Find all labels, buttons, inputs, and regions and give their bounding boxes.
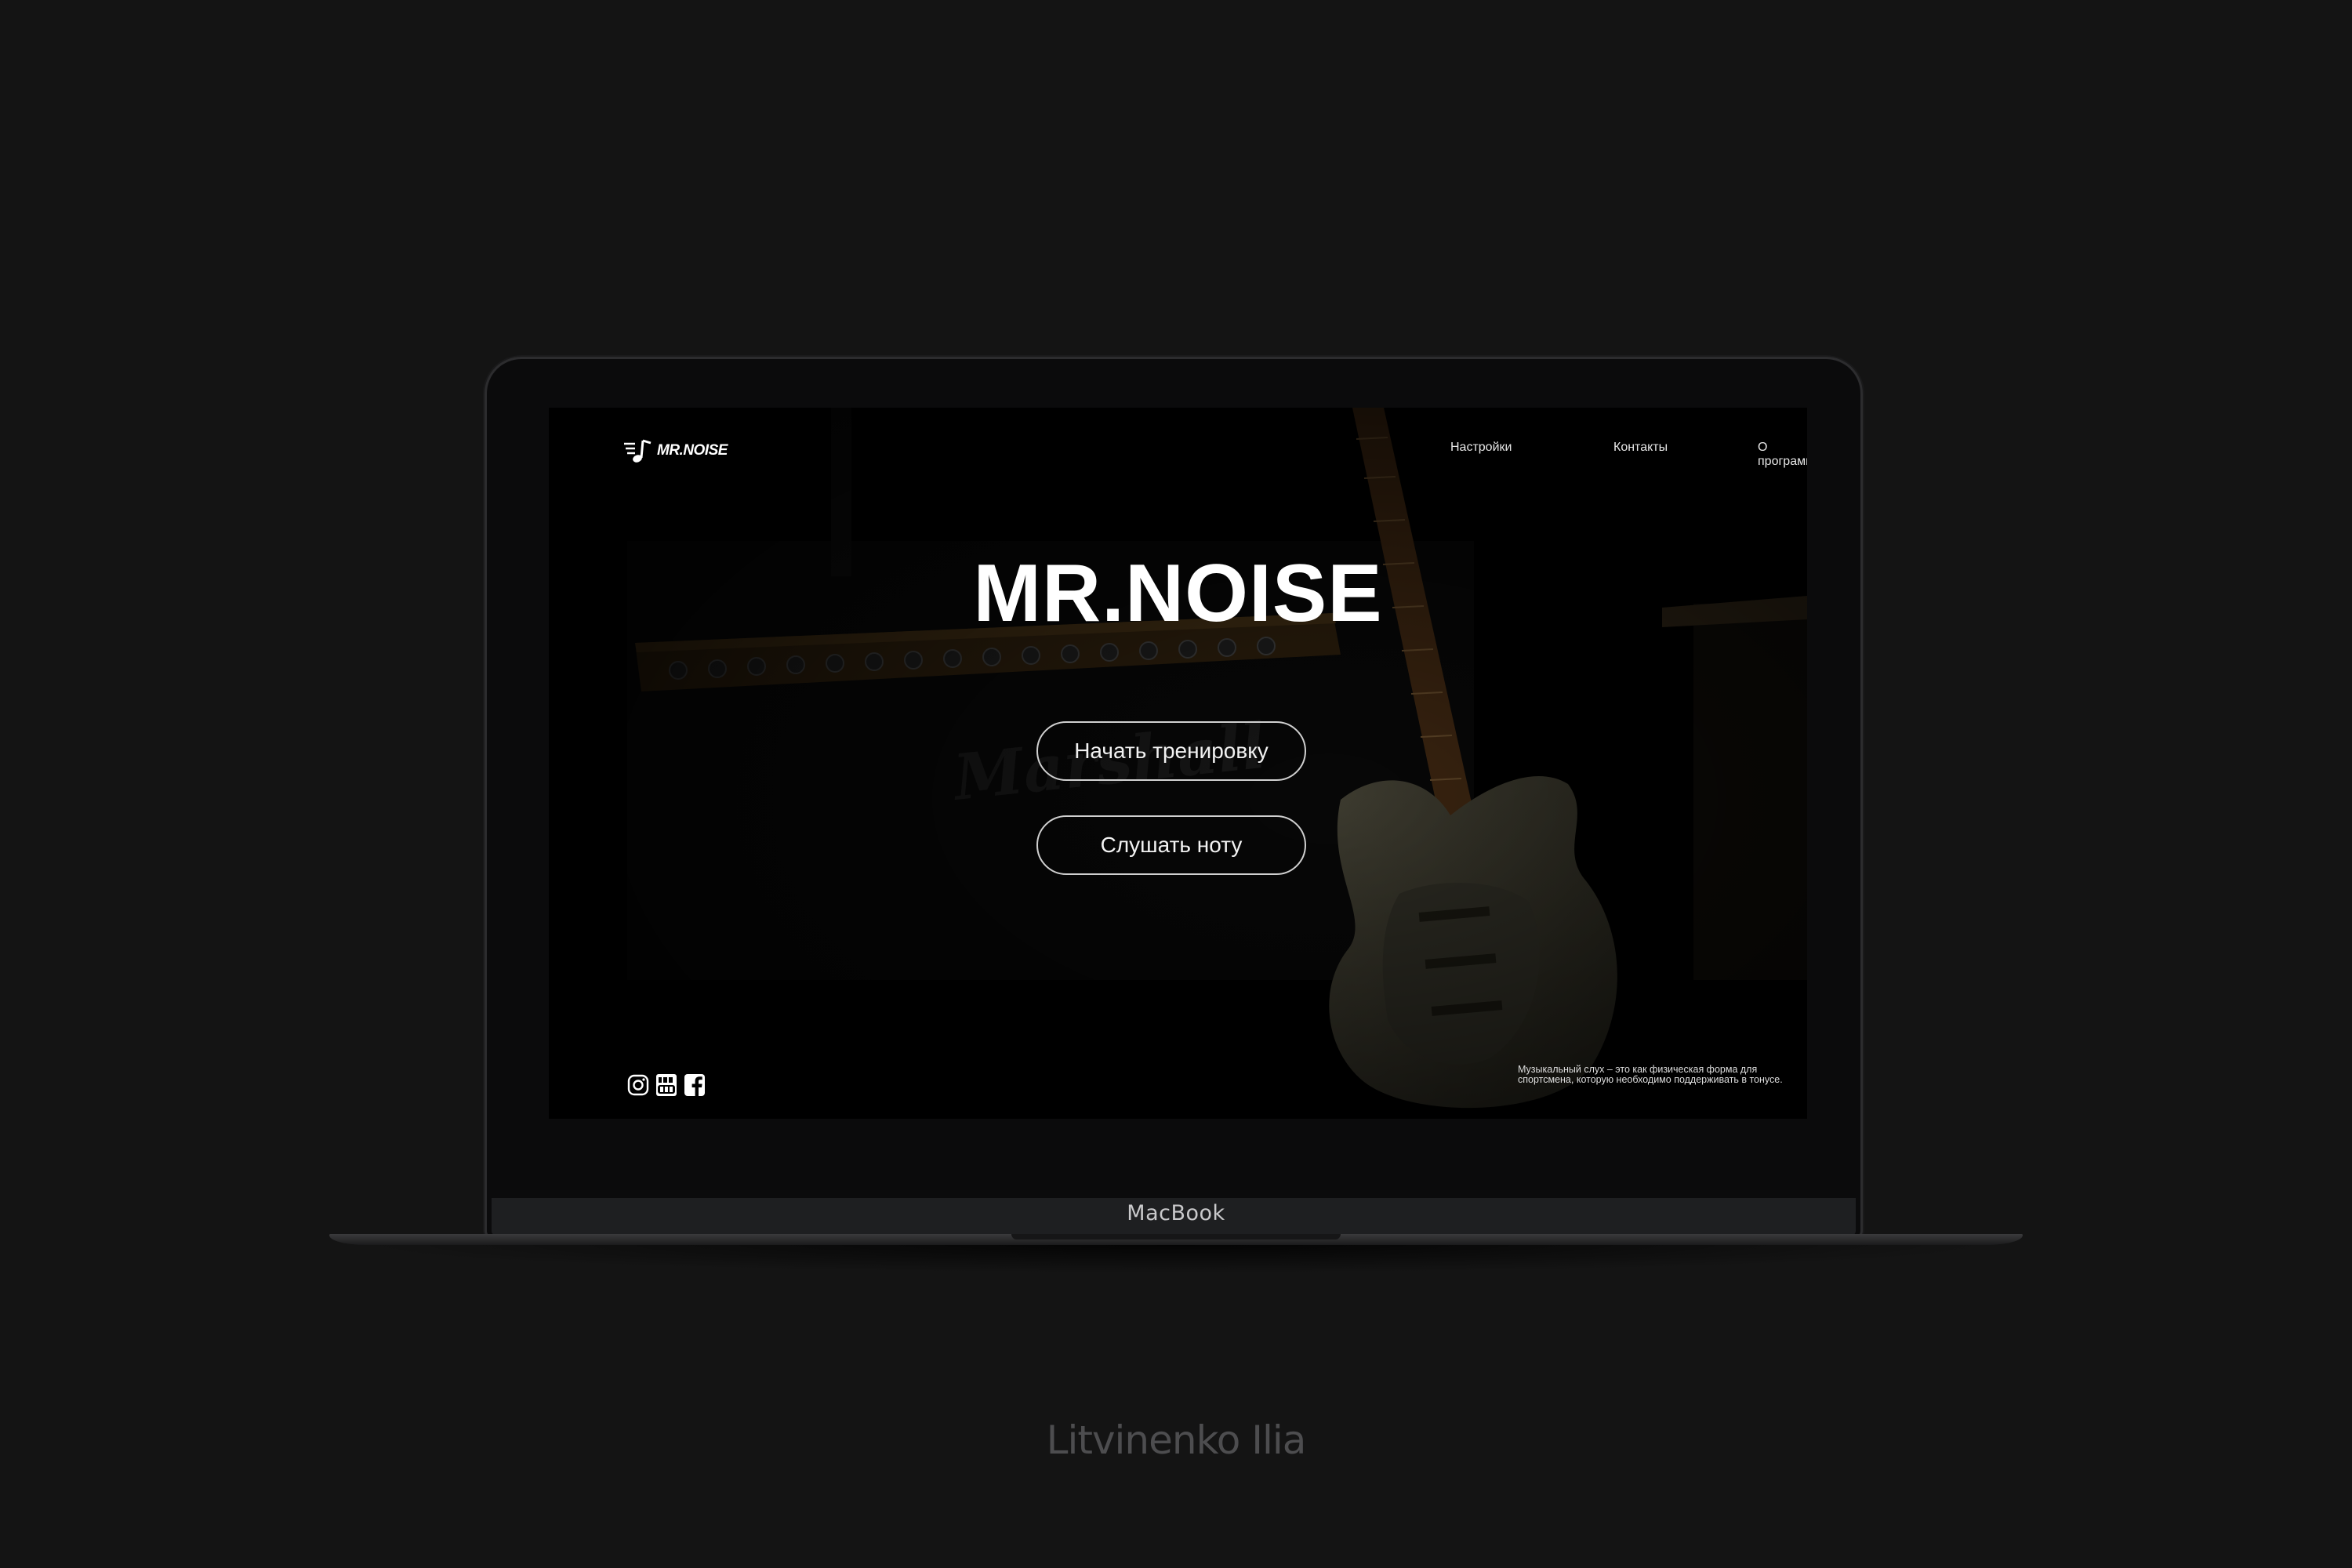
facebook-icon[interactable] xyxy=(682,1073,707,1098)
macbook-label: MacBook xyxy=(1127,1201,1225,1225)
instagram-icon[interactable] xyxy=(626,1073,651,1098)
website-screen: Marshall xyxy=(549,408,1807,1119)
music-note-logo-icon xyxy=(624,439,652,463)
laptop-base-notch xyxy=(1011,1234,1341,1240)
laptop-shadow xyxy=(345,1245,2007,1273)
social-links xyxy=(626,1073,707,1098)
site-logo[interactable]: MR.NOISE xyxy=(624,437,728,464)
start-training-button[interactable]: Начать тренировку xyxy=(1036,721,1306,781)
listen-note-button[interactable]: Слушать ноту xyxy=(1036,815,1306,875)
mockup-stage: Marshall xyxy=(0,0,2352,1568)
nav-about[interactable]: О программе xyxy=(1758,441,1807,469)
nav-settings[interactable]: Настройки xyxy=(1450,441,1512,455)
hero-title: MR.NOISE xyxy=(973,548,1383,639)
youtube-icon[interactable] xyxy=(654,1073,679,1098)
tagline-text: Музыкальный слух – это как физическая фо… xyxy=(1518,1064,1783,1085)
nav-contacts[interactable]: Контакты xyxy=(1613,441,1668,455)
author-credit: Litvinenko Ilia xyxy=(1046,1417,1307,1463)
logo-text: MR.NOISE xyxy=(657,442,728,459)
